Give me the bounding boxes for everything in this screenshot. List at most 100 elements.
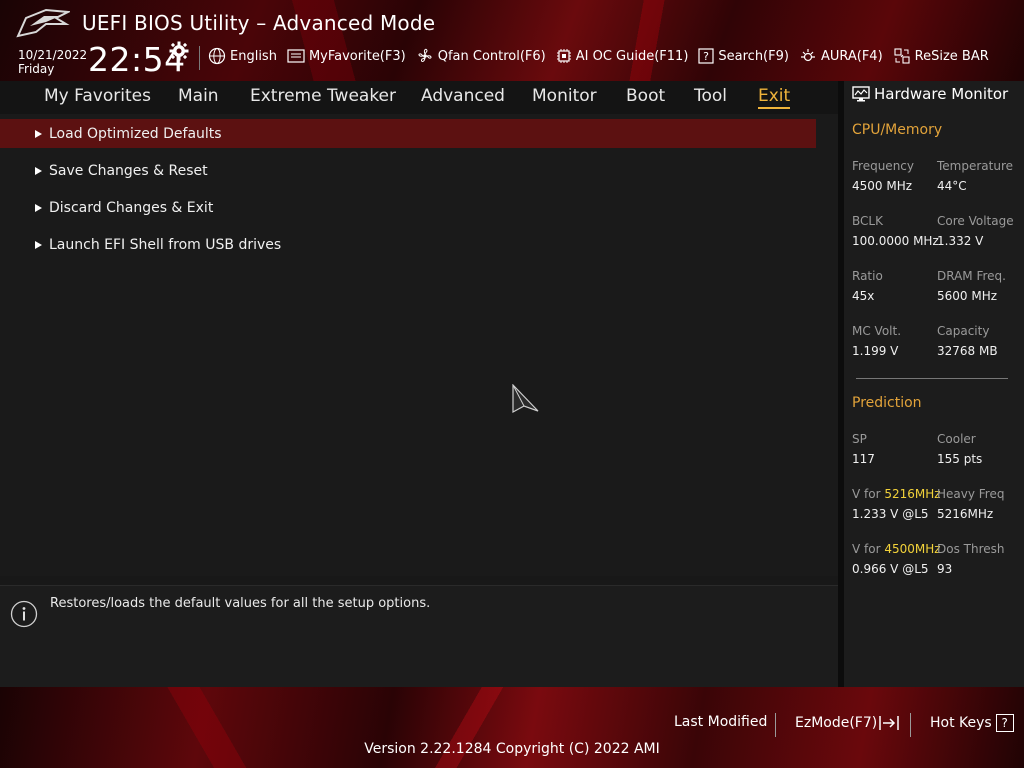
frequency-value: 4500 MHz [852,179,913,193]
v-for-freq1-label: V for 5216MHz [852,487,941,501]
v-for-prefix: V for [852,542,885,556]
tab-my-favorites[interactable]: My Favorites [44,86,151,106]
ratio-label: Ratio [852,269,883,283]
aura-button[interactable]: AURA(F4) [799,47,883,65]
tab-extreme-tweaker[interactable]: Extreme Tweaker [250,86,396,106]
svg-text:?: ? [703,50,709,63]
date-label: 10/21/2022 [18,48,88,62]
ezmode-label: EzMode(F7) [795,715,878,731]
v-for-freq1: 5216MHz [884,487,941,501]
version-text: Version 2.22.1284 Copyright (C) 2022 AMI [364,741,660,757]
window-title: UEFI BIOS Utility – Advanced Mode [82,11,436,35]
tab-bar: My Favorites Main Extreme Tweaker Advanc… [0,81,838,114]
dos-thresh-label: Dos Thresh [937,542,1005,556]
v-for-freq2-value: 0.966 V @L5 [852,562,929,576]
menu-item-label: Launch EFI Shell from USB drives [49,236,282,253]
resize-bar-label: ReSize BAR [914,48,989,64]
menu-item-label: Discard Changes & Exit [49,199,214,216]
tab-advanced[interactable]: Advanced [421,86,505,106]
dos-thresh-value: 93 [937,562,953,576]
rog-logo-icon [16,8,70,38]
hardware-monitor-panel: Hardware Monitor CPU/Memory Frequency 45… [844,81,1024,687]
ezmode-button[interactable]: EzMode(F7) [795,714,901,732]
menu-item-label: Load Optimized Defaults [49,125,222,142]
cooler-value: 155 pts [937,452,983,466]
exit-menu-panel: Load Optimized Defaults Save Changes & R… [0,114,838,576]
core-voltage-value: 1.332 V [937,234,984,248]
myfavorite-label: MyFavorite(F3) [308,48,406,64]
search-button[interactable]: ? Search(F9) [698,48,789,64]
qfan-control-button[interactable]: Qfan Control(F6) [416,47,546,65]
tab-monitor[interactable]: Monitor [532,86,597,106]
hardware-monitor-title-text: Hardware Monitor [874,85,1009,103]
help-key-icon: ? [995,714,1014,732]
mc-volt-label: MC Volt. [852,324,902,338]
v-for-prefix: V for [852,487,885,501]
toolbar: English MyFavorite(F3) Qfan Control(F6) [208,46,999,66]
ratio-value: 45x [852,289,875,303]
v-for-freq1-value: 1.233 V @L5 [852,507,929,521]
arrow-right-icon [35,129,42,138]
menu-item-discard-changes-exit[interactable]: Discard Changes & Exit [0,193,816,222]
dram-freq-label: DRAM Freq. [937,269,1006,283]
heavy-freq-value: 5216MHz [937,507,994,521]
arrow-right-icon [35,240,42,249]
capacity-label: Capacity [937,324,990,338]
footer-divider [910,713,911,737]
footer-bar: Last Modified EzMode(F7) Hot Keys ? Vers… [0,687,1024,768]
bclk-value: 100.0000 MHz [852,234,939,248]
menu-item-launch-efi-shell[interactable]: Launch EFI Shell from USB drives [0,230,816,259]
hardware-monitor-separator [856,378,1008,379]
mc-volt-value: 1.199 V [852,344,899,358]
sp-value: 117 [852,452,875,466]
exit-arrow-icon [879,716,899,730]
header-divider [199,46,200,70]
language-label: English [230,48,277,64]
frequency-label: Frequency [852,159,914,173]
cooler-label: Cooler [937,432,976,446]
arrow-right-icon [35,166,42,175]
core-voltage-label: Core Voltage [937,214,1014,228]
help-panel: Restores/loads the default values for al… [0,585,838,687]
tab-tool[interactable]: Tool [694,86,727,106]
gear-icon[interactable] [169,41,189,61]
header-bar: UEFI BIOS Utility – Advanced Mode 10/21/… [0,0,1024,81]
aura-light-icon [800,49,815,62]
resize-bar-button[interactable]: ReSize BAR [893,47,989,65]
temperature-label: Temperature [937,159,1014,173]
capacity-value: 32768 MB [937,344,998,358]
language-button[interactable]: English [208,47,277,65]
prediction-heading: Prediction [852,395,922,411]
footer-divider [775,713,776,737]
cpu-memory-heading: CPU/Memory [852,122,943,138]
ai-chip-icon [556,49,571,63]
menu-item-save-changes-reset[interactable]: Save Changes & Reset [0,156,816,185]
bclk-label: BCLK [852,214,883,228]
search-help-icon: ? [698,48,714,64]
arrow-right-icon [35,203,42,212]
globe-icon [208,47,226,65]
hot-keys-button[interactable]: Hot Keys ? [930,714,1014,732]
v-for-freq2-label: V for 4500MHz [852,542,941,556]
myfavorite-button[interactable]: MyFavorite(F3) [287,48,406,64]
menu-item-load-optimized-defaults[interactable]: Load Optimized Defaults [0,119,816,148]
ai-oc-guide-label: AI OC Guide(F11) [575,48,689,64]
fan-icon [418,48,432,62]
tab-exit[interactable]: Exit [758,86,791,109]
favorite-icon [287,49,305,63]
mouse-pointer-icon [512,384,539,414]
resize-bar-icon [894,48,910,64]
dram-freq-value: 5600 MHz [937,289,998,303]
temperature-value: 44°C [937,179,967,193]
ai-oc-guide-button[interactable]: AI OC Guide(F11) [556,48,689,64]
day-label: Friday [18,62,55,76]
last-modified-button[interactable]: Last Modified [674,714,767,730]
hot-keys-label: Hot Keys [930,715,992,731]
aura-label: AURA(F4) [820,48,883,64]
tab-boot[interactable]: Boot [626,86,665,106]
help-description: Restores/loads the default values for al… [50,596,431,611]
tab-main[interactable]: Main [178,86,219,106]
search-label: Search(F9) [718,48,789,64]
v-for-freq2: 4500MHz [884,542,941,556]
qfan-label: Qfan Control(F6) [437,48,546,64]
